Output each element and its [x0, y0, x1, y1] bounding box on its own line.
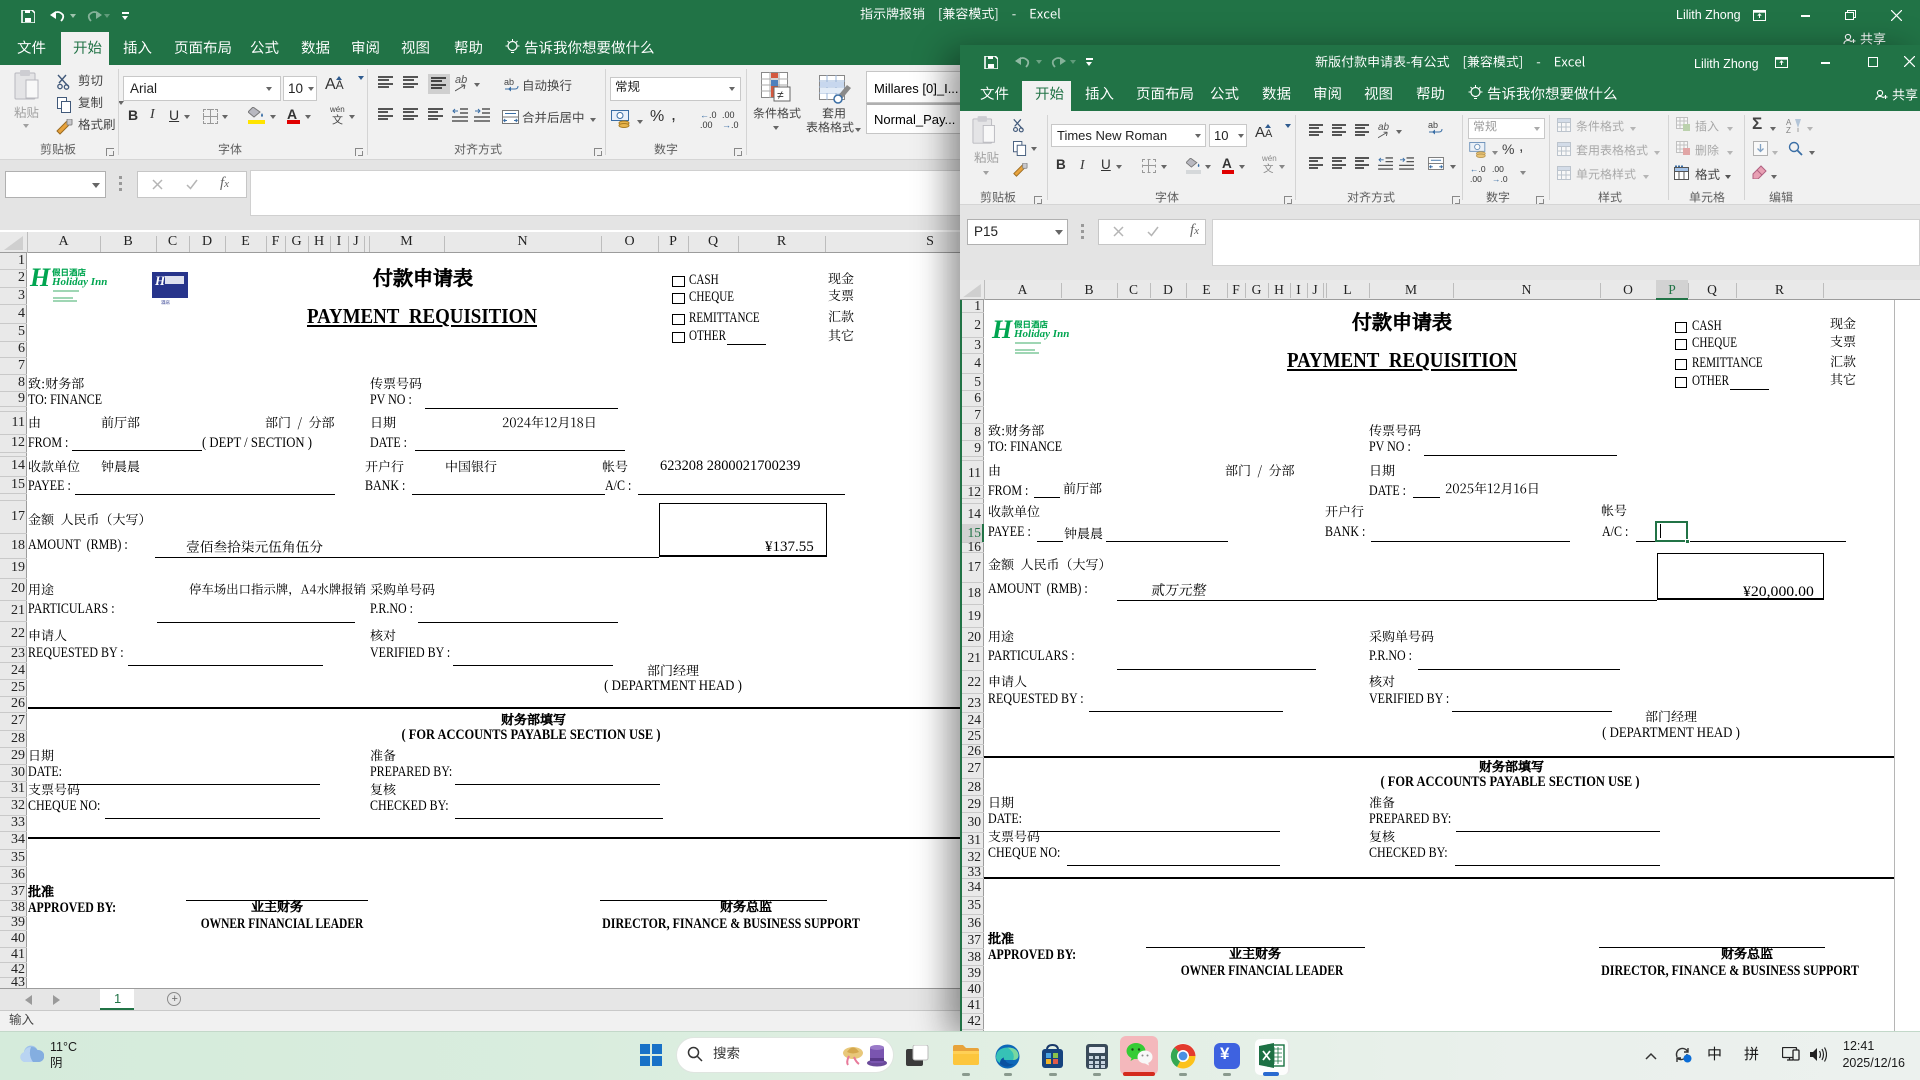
svg-text:ab: ab	[1428, 120, 1438, 130]
svg-text:ab: ab	[504, 77, 514, 87]
svg-text:≠: ≠	[777, 88, 784, 102]
svg-text:Z: Z	[1786, 126, 1791, 133]
